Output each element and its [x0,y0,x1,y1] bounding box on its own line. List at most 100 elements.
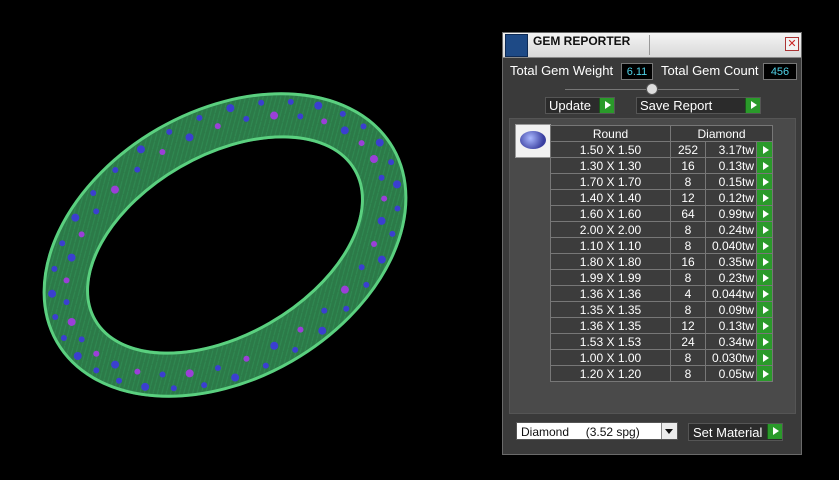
gem-total-weight: 0.99tw [705,205,757,222]
gem-stone [214,123,221,130]
gem-stone [393,180,402,189]
save-report-button-label: Save Report [640,98,713,113]
gem-stone [243,355,250,362]
select-row-button[interactable] [756,269,773,286]
select-row-button[interactable] [756,285,773,302]
set-material-button[interactable]: Set Material [688,423,783,441]
gem-row: 1.36 X 1.36 4 0.044tw [550,285,773,302]
gem-stone [318,326,327,335]
panel-title: GEM REPORTER [533,34,631,48]
total-gem-count-label: Total Gem Count [661,63,759,78]
gem-stone [185,133,194,142]
save-report-button[interactable]: Save Report [636,97,761,114]
gem-stone [93,367,100,374]
gem-stone [258,99,265,106]
select-row-button[interactable] [756,221,773,238]
gem-stone [371,241,378,248]
gem-total-weight: 0.12tw [705,189,757,206]
play-arrow-icon [762,290,769,299]
gem-row: 1.99 X 1.99 8 0.23tw [550,269,773,286]
select-row-button[interactable] [756,237,773,254]
gem-size: 1.53 X 1.53 [550,333,671,350]
gem-count: 8 [670,237,706,254]
select-row-button[interactable] [756,189,773,206]
select-row-button[interactable] [756,317,773,334]
gem-stone [343,305,350,312]
gem-stone [78,336,85,343]
select-row-button[interactable] [756,301,773,318]
gem-size: 1.70 X 1.70 [550,173,671,190]
gem-stone [141,382,150,391]
set-material-label: Set Material [693,425,763,440]
gem-stone [63,277,70,284]
gem-stone [73,351,82,360]
select-row-button[interactable] [756,349,773,366]
close-icon[interactable]: ✕ [785,37,799,51]
gem-total-weight: 0.24tw [705,221,757,238]
select-row-button[interactable] [756,205,773,222]
select-row-button[interactable] [756,157,773,174]
gem-size: 1.36 X 1.36 [550,285,671,302]
gem-count: 12 [670,189,706,206]
gem-stone [287,98,294,105]
gem-count: 8 [670,365,706,382]
gem-stone [116,377,123,384]
play-arrow-icon [762,226,769,235]
gem-stone [52,314,59,321]
play-arrow-icon [599,98,614,113]
gem-stone [60,335,67,341]
gem-total-weight: 0.34tw [705,333,757,350]
gem-stone [363,281,370,288]
title-bar[interactable]: GEM REPORTER ✕ [503,33,801,58]
gem-total-weight: 0.040tw [705,237,757,254]
gem-stone [321,118,328,125]
chevron-down-icon[interactable] [661,423,677,439]
gem-stone [51,265,58,272]
gem-stone [93,350,100,357]
panel-splitter-handle[interactable] [646,83,658,95]
gem-stone [196,114,203,121]
play-arrow-icon [762,354,769,363]
gem-count: 16 [670,157,706,174]
round-gem-icon[interactable] [515,124,551,158]
update-button[interactable]: Update [545,97,615,114]
gem-stone [214,364,221,371]
select-row-button[interactable] [756,141,773,158]
gem-stone [185,369,194,378]
select-row-button[interactable] [756,365,773,382]
gem-reporter-panel: GEM REPORTER ✕ Total Gem Weight 6.11 Tot… [502,32,802,455]
gem-stone [93,208,100,215]
total-gem-count-value: 456 [763,63,797,80]
summary-row: Total Gem Weight 6.11 Total Gem Count 45… [503,63,801,81]
gem-row: 1.50 X 1.50 252 3.17tw [550,141,773,158]
gem-row: 1.00 X 1.00 8 0.030tw [550,349,773,366]
gem-row: 1.10 X 1.10 8 0.040tw [550,237,773,254]
title-divider [649,35,650,55]
gem-stone [297,113,304,120]
select-row-button[interactable] [756,333,773,350]
material-select[interactable]: Diamond (3.52 spg) [516,422,678,440]
gem-stone [71,213,80,222]
gem-row: 1.30 X 1.30 16 0.13tw [550,157,773,174]
play-arrow-icon [762,178,769,187]
gem-stone [48,289,57,298]
gem-count: 8 [670,301,706,318]
play-arrow-icon [762,306,769,315]
total-gem-weight-value: 6.11 [621,63,653,80]
gem-stone [369,155,378,163]
gem-stone [340,285,349,294]
gem-size: 1.00 X 1.00 [550,349,671,366]
ring-model-render [42,92,408,398]
gem-size: 1.80 X 1.80 [550,253,671,270]
select-row-button[interactable] [756,253,773,270]
gem-total-weight: 0.35tw [705,253,757,270]
gem-stone [226,104,235,113]
gem-stone [78,231,85,238]
shape-header: Round [550,125,671,142]
3d-viewport[interactable] [0,0,500,475]
play-arrow-icon [762,274,769,283]
gem-stone [67,253,76,262]
gem-row: 1.36 X 1.35 12 0.13tw [550,317,773,334]
select-row-button[interactable] [756,173,773,190]
gem-stone [170,385,177,392]
